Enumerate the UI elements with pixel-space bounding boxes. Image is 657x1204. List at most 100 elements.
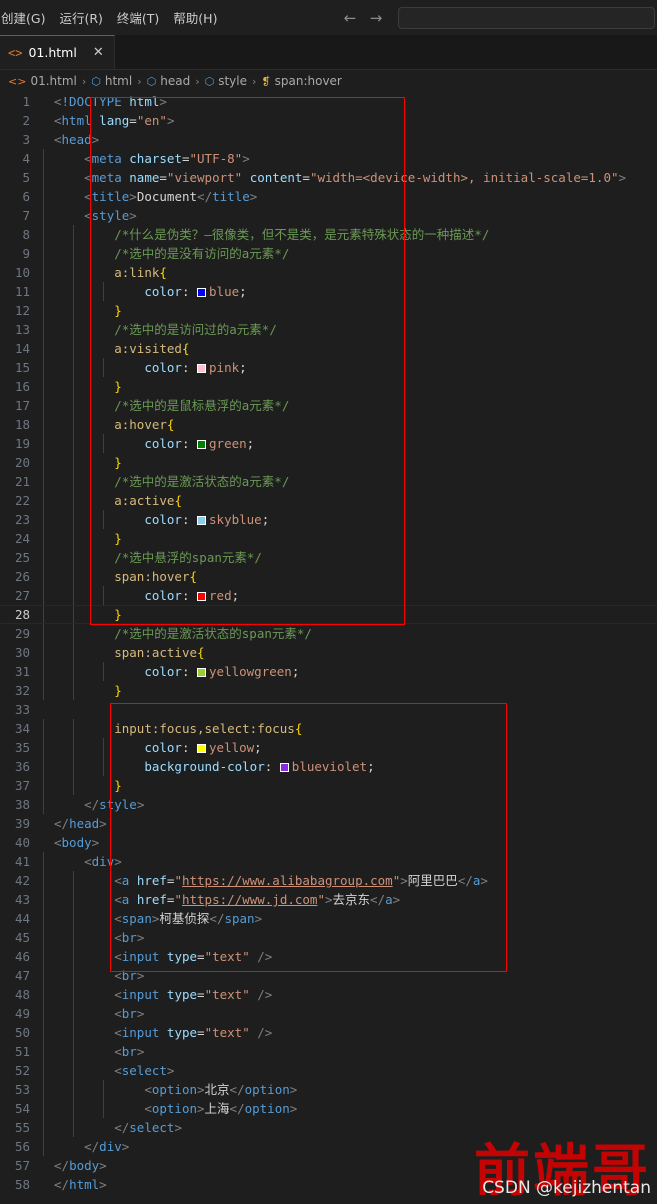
- code-line[interactable]: 43 <a href="https://www.jd.com">去京东</a>: [0, 890, 657, 909]
- indent-guide: [43, 149, 44, 168]
- color-swatch-yellowgreen: [197, 668, 207, 677]
- code-line[interactable]: 55 </select>: [0, 1118, 657, 1137]
- indent-guide: [43, 263, 44, 282]
- code-line[interactable]: 53 <option>北京</option>: [0, 1080, 657, 1099]
- code-line[interactable]: 32 }: [0, 681, 657, 700]
- indent-guide: [73, 434, 74, 453]
- indent-guide: [73, 890, 74, 909]
- line-number: 2: [22, 113, 30, 128]
- code-text: <meta name="viewport" content="width=<de…: [42, 168, 657, 187]
- code-text: }: [42, 301, 657, 320]
- code-line[interactable]: 35 color: yellow;: [0, 738, 657, 757]
- line-number: 24: [14, 531, 30, 546]
- line-number: 33: [14, 702, 30, 717]
- code-line[interactable]: 13 /*选中的是访问过的a元素*/: [0, 320, 657, 339]
- code-line[interactable]: 19 color: green;: [0, 434, 657, 453]
- code-line[interactable]: 42 <a href="https://www.alibabagroup.com…: [0, 871, 657, 890]
- code-line[interactable]: 51 <br>: [0, 1042, 657, 1061]
- line-number: 36: [14, 759, 30, 774]
- line-number: 9: [22, 246, 30, 261]
- code-line[interactable]: 38 </style>: [0, 795, 657, 814]
- indent-guide: [43, 1042, 44, 1061]
- code-line[interactable]: 31 color: yellowgreen;: [0, 662, 657, 681]
- code-line[interactable]: 5 <meta name="viewport" content="width=<…: [0, 168, 657, 187]
- code-line[interactable]: 27 color: red;: [0, 586, 657, 605]
- code-line[interactable]: 49 <br>: [0, 1004, 657, 1023]
- code-line[interactable]: 2 <html lang="en">: [0, 111, 657, 130]
- code-line[interactable]: 47 <br>: [0, 966, 657, 985]
- code-line[interactable]: 21 /*选中的是激活状态的a元素*/: [0, 472, 657, 491]
- indent-guide: [43, 1061, 44, 1080]
- code-line[interactable]: 30 span:active{: [0, 643, 657, 662]
- code-line[interactable]: 28 }: [0, 605, 657, 624]
- forward-arrow-icon[interactable]: →: [366, 8, 386, 28]
- code-line[interactable]: 22 a:active{: [0, 491, 657, 510]
- code-line[interactable]: 25 /*选中悬浮的span元素*/: [0, 548, 657, 567]
- code-line[interactable]: 20 }: [0, 453, 657, 472]
- tab-01-html[interactable]: <> 01.html ✕: [0, 35, 115, 69]
- line-number: 26: [14, 569, 30, 584]
- code-line[interactable]: 45 <br>: [0, 928, 657, 947]
- code-line[interactable]: 16 }: [0, 377, 657, 396]
- code-line[interactable]: 29 /*选中的是激活状态的span元素*/: [0, 624, 657, 643]
- code-line[interactable]: 18 a:hover{: [0, 415, 657, 434]
- back-arrow-icon[interactable]: ←: [340, 8, 360, 28]
- code-line[interactable]: 50 <input type="text" />: [0, 1023, 657, 1042]
- code-line[interactable]: 54 <option>上海</option>: [0, 1099, 657, 1118]
- tab-label: 01.html: [28, 45, 77, 60]
- code-line[interactable]: 56 </div>: [0, 1137, 657, 1156]
- menu-item-help[interactable]: 帮助(H): [166, 5, 224, 30]
- code-line[interactable]: 10 a:link{: [0, 263, 657, 282]
- code-line[interactable]: 11 color: blue;: [0, 282, 657, 301]
- indent-guide: [73, 909, 74, 928]
- code-line[interactable]: 46 <input type="text" />: [0, 947, 657, 966]
- code-line[interactable]: 8 /*什么是伪类？—很像类，但不是类，是元素特殊状态的一种描述*/: [0, 225, 657, 244]
- code-line[interactable]: 33: [0, 700, 657, 719]
- indent-guide: [73, 567, 74, 586]
- code-line[interactable]: 12 }: [0, 301, 657, 320]
- code-line[interactable]: 40 <body>: [0, 833, 657, 852]
- breadcrumb-item-html[interactable]: ⬡ html: [91, 74, 132, 88]
- indent-guide: [73, 586, 74, 605]
- code-text: color: yellowgreen;: [42, 662, 657, 681]
- code-line[interactable]: 23 color: skyblue;: [0, 510, 657, 529]
- code-line[interactable]: 48 <input type="text" />: [0, 985, 657, 1004]
- code-line[interactable]: 7 <style>: [0, 206, 657, 225]
- code-line[interactable]: 58 </html>: [0, 1175, 657, 1194]
- code-line[interactable]: 1 <!DOCTYPE html>: [0, 92, 657, 111]
- code-text: <head>: [54, 132, 100, 147]
- code-line[interactable]: 41 <div>: [0, 852, 657, 871]
- indent-guide: [73, 358, 74, 377]
- code-text: /*什么是伪类？—很像类，但不是类，是元素特殊状态的一种描述*/: [42, 225, 657, 244]
- color-swatch-pink: [197, 364, 207, 373]
- code-line[interactable]: 26 span:hover{: [0, 567, 657, 586]
- code-line[interactable]: 4 <meta charset="UTF-8">: [0, 149, 657, 168]
- menu-item-run[interactable]: 运行(R): [52, 5, 109, 30]
- code-line[interactable]: 24 }: [0, 529, 657, 548]
- code-line[interactable]: 17 /*选中的是鼠标悬浮的a元素*/: [0, 396, 657, 415]
- code-line[interactable]: 44 <span>柯基侦探</span>: [0, 909, 657, 928]
- indent-guide: [103, 510, 104, 529]
- breadcrumb-item-span-hover[interactable]: ❡ span:hover: [261, 74, 341, 88]
- menu-item-terminal[interactable]: 终端(T): [110, 5, 166, 30]
- code-line[interactable]: 3 <head>: [0, 130, 657, 149]
- code-line[interactable]: 57 </body>: [0, 1156, 657, 1175]
- code-editor[interactable]: 1 <!DOCTYPE html> 2 <html lang="en"> 3 <head>…: [0, 92, 657, 1202]
- code-line[interactable]: 14 a:visited{: [0, 339, 657, 358]
- command-search-input[interactable]: [398, 6, 655, 29]
- code-line[interactable]: 6 <title>Document</title>: [0, 187, 657, 206]
- code-line[interactable]: 36 background-color: blueviolet;: [0, 757, 657, 776]
- indent-guide: [43, 852, 44, 871]
- line-number: 6: [22, 189, 30, 204]
- menu-item-create[interactable]: 创建(G): [0, 5, 52, 30]
- breadcrumb-item-head[interactable]: ⬡ head: [147, 74, 191, 88]
- code-line[interactable]: 15 color: pink;: [0, 358, 657, 377]
- breadcrumb-item-style[interactable]: ⬡ style: [205, 74, 247, 88]
- code-line[interactable]: 39 </head>: [0, 814, 657, 833]
- code-line[interactable]: 52 <select>: [0, 1061, 657, 1080]
- code-line[interactable]: 34 input:focus,select:focus{: [0, 719, 657, 738]
- close-icon[interactable]: ✕: [93, 45, 104, 60]
- breadcrumb-item-file[interactable]: <> 01.html: [8, 74, 77, 88]
- code-line[interactable]: 9 /*选中的是没有访问的a元素*/: [0, 244, 657, 263]
- code-line[interactable]: 37 }: [0, 776, 657, 795]
